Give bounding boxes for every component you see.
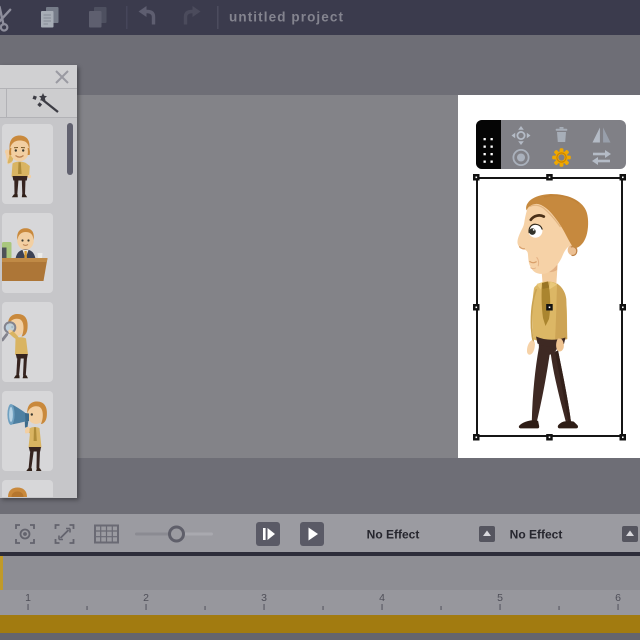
svg-text:No Effect: No Effect: [510, 528, 563, 542]
svg-text:6: 6: [615, 592, 621, 604]
svg-text:3: 3: [261, 592, 267, 604]
svg-text:5: 5: [497, 592, 503, 604]
svg-text:No Effect: No Effect: [367, 528, 420, 542]
svg-text:2: 2: [143, 592, 149, 604]
svg-text:4: 4: [379, 592, 385, 604]
svg-text:1: 1: [25, 592, 31, 604]
svg-text:untitled project: untitled project: [229, 10, 344, 25]
